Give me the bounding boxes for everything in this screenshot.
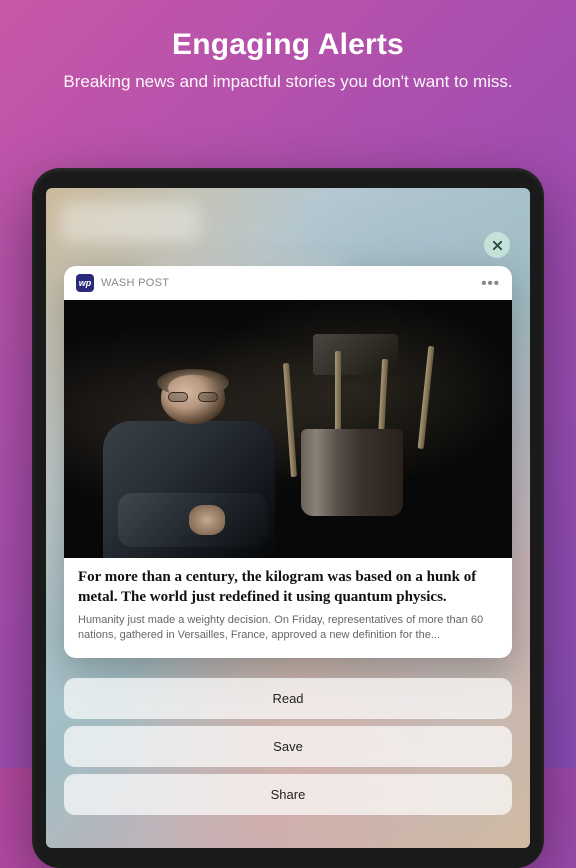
close-icon — [492, 240, 503, 251]
person-illustration — [100, 367, 279, 558]
share-button[interactable]: Share — [64, 774, 512, 815]
save-button[interactable]: Save — [64, 726, 512, 767]
promo-title: Engaging Alerts — [24, 28, 552, 62]
notification-card[interactable]: wp WASH POST ••• — [64, 266, 512, 658]
story-image — [64, 300, 512, 558]
device-frame: wp WASH POST ••• — [32, 168, 544, 868]
close-button-container — [484, 232, 510, 258]
read-button[interactable]: Read — [64, 678, 512, 719]
story-title: For more than a century, the kilogram wa… — [78, 568, 498, 607]
story-summary: Humanity just made a weighty decision. O… — [78, 613, 498, 644]
app-icon: wp — [76, 274, 94, 292]
action-button-group: Read Save Share — [64, 678, 512, 815]
card-header: wp WASH POST ••• — [64, 266, 512, 300]
promo-subtitle: Breaking news and impactful stories you … — [24, 70, 552, 94]
promo-header: Engaging Alerts Breaking news and impact… — [0, 0, 576, 114]
card-body: For more than a century, the kilogram wa… — [64, 558, 512, 658]
more-icon[interactable]: ••• — [481, 275, 500, 292]
device-screen: wp WASH POST ••• — [46, 188, 530, 848]
close-button[interactable] — [484, 232, 510, 258]
blurred-content — [60, 202, 200, 242]
apparatus-illustration — [270, 326, 440, 532]
app-name-label: WASH POST — [101, 277, 474, 289]
